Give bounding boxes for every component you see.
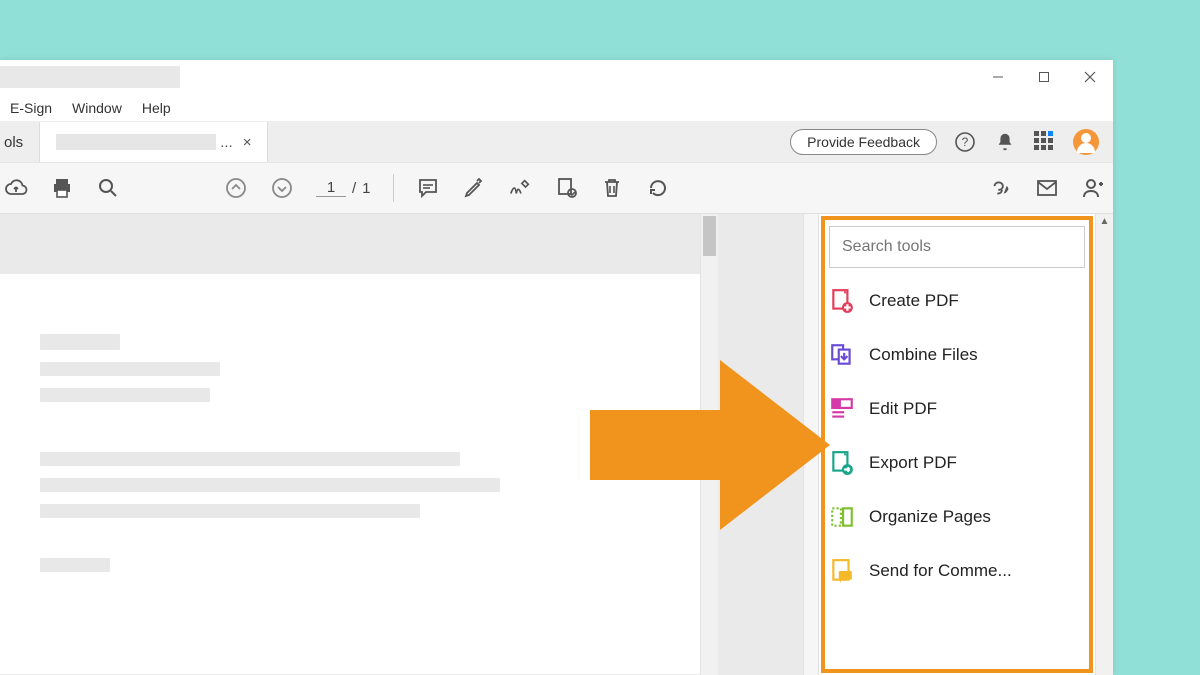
titlebar: [0, 60, 1113, 94]
page-indicator: 1 / 1: [316, 179, 371, 197]
organize-pages-icon: [829, 504, 855, 530]
panel-collapse-handle[interactable]: ▶: [803, 214, 819, 675]
bell-icon[interactable]: [993, 130, 1017, 154]
toolbar-divider: [393, 174, 394, 202]
scroll-up-icon[interactable]: ▲: [1096, 216, 1113, 227]
tab-close-icon[interactable]: ×: [243, 134, 252, 151]
highlighter-icon[interactable]: [462, 176, 486, 200]
tool-organize-pages[interactable]: Organize Pages: [829, 504, 1085, 530]
tool-export-pdf[interactable]: Export PDF: [829, 450, 1085, 476]
page-total: 1: [362, 180, 370, 197]
search-tools-input[interactable]: [829, 226, 1085, 268]
share-user-icon[interactable]: [1081, 176, 1105, 200]
provide-feedback-button[interactable]: Provide Feedback: [790, 129, 937, 155]
trash-icon[interactable]: [600, 176, 624, 200]
tab-tools-label: ols: [4, 134, 23, 151]
create-pdf-icon: [829, 288, 855, 314]
tabbar-right: Provide Feedback ?: [790, 129, 1113, 155]
tab-tools[interactable]: ols: [0, 122, 40, 162]
tool-edit-pdf[interactable]: Edit PDF: [829, 396, 1085, 422]
window-title-placeholder: [0, 66, 180, 88]
mail-icon[interactable]: [1035, 176, 1059, 200]
zoom-icon[interactable]: [96, 176, 120, 200]
menu-help[interactable]: Help: [132, 100, 181, 116]
minimize-button[interactable]: [975, 60, 1021, 94]
edit-pdf-icon: [829, 396, 855, 422]
send-comments-icon: [829, 558, 855, 584]
menubar: E-Sign Window Help: [0, 94, 1113, 122]
document-page: [0, 274, 700, 674]
tool-label: Edit PDF: [869, 399, 937, 419]
menu-esign[interactable]: E-Sign: [0, 100, 62, 116]
apps-grid-icon[interactable]: [1033, 130, 1057, 154]
tool-label: Export PDF: [869, 453, 957, 473]
link-cloud-icon[interactable]: [989, 176, 1013, 200]
tool-label: Organize Pages: [869, 507, 991, 527]
tabbar: ols ... × Provide Feedback ?: [0, 122, 1113, 162]
tool-combine-files[interactable]: Combine Files: [829, 342, 1085, 368]
svg-text:?: ?: [962, 135, 969, 149]
close-button[interactable]: [1067, 60, 1113, 94]
tool-send-for-comments[interactable]: Send for Comme...: [829, 558, 1085, 584]
toolbar: 1 / 1: [0, 162, 1113, 214]
window-controls: [975, 60, 1113, 94]
account-avatar-icon[interactable]: [1073, 129, 1099, 155]
comment-icon[interactable]: [416, 176, 440, 200]
page-separator: /: [352, 180, 356, 197]
tools-scrollbar[interactable]: ▲: [1095, 214, 1113, 675]
combine-files-icon: [829, 342, 855, 368]
page-down-icon[interactable]: [270, 176, 294, 200]
tool-create-pdf[interactable]: Create PDF: [829, 288, 1085, 314]
print-icon[interactable]: [50, 176, 74, 200]
menu-window[interactable]: Window: [62, 100, 132, 116]
tools-list: Create PDF Combine Files Edit PDF Export…: [829, 288, 1085, 584]
document-scrollbar[interactable]: [700, 214, 718, 675]
document-pane: [0, 214, 803, 675]
page-up-icon[interactable]: [224, 176, 248, 200]
rotate-icon[interactable]: [646, 176, 670, 200]
tool-label: Send for Comme...: [869, 561, 1012, 581]
scrollbar-thumb[interactable]: [703, 216, 716, 256]
tab-document[interactable]: ... ×: [40, 122, 268, 162]
stamp-icon[interactable]: [554, 176, 578, 200]
tool-label: Create PDF: [869, 291, 959, 311]
export-pdf-icon: [829, 450, 855, 476]
content-area: ▶ Create PDF Combine Files Edit PDF: [0, 214, 1113, 675]
tab-title-ellipsis: ...: [220, 134, 233, 151]
app-window: E-Sign Window Help ols ... × Provide Fee…: [0, 60, 1113, 675]
page-current-input[interactable]: 1: [316, 179, 346, 197]
cloud-upload-icon[interactable]: [4, 176, 28, 200]
tab-title-placeholder: [56, 134, 216, 150]
tool-label: Combine Files: [869, 345, 978, 365]
sign-icon[interactable]: [508, 176, 532, 200]
tools-panel: Create PDF Combine Files Edit PDF Export…: [819, 214, 1095, 675]
help-icon[interactable]: ?: [953, 130, 977, 154]
maximize-button[interactable]: [1021, 60, 1067, 94]
